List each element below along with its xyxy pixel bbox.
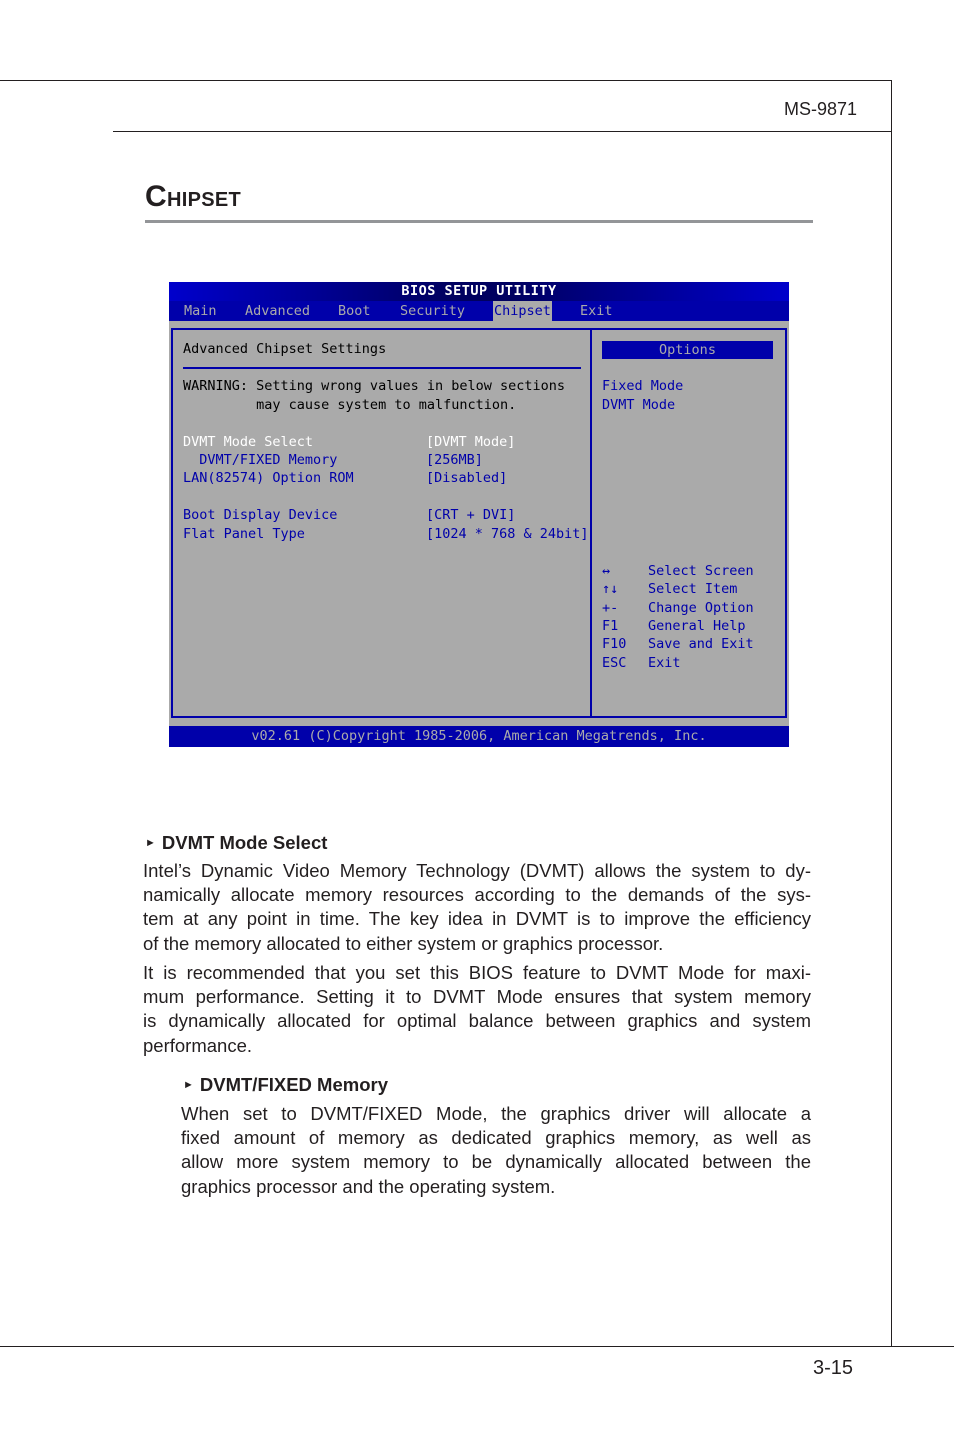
subsection-heading-dvmt-mode-select: ► DVMT Mode Select [145, 832, 327, 854]
paragraph-line: tem at any point in time. The key idea i… [143, 908, 811, 930]
bios-tab-boot[interactable]: Boot [337, 301, 372, 321]
bios-warning-line-2: may cause system to malfunction. [183, 397, 517, 413]
triangle-bullet-icon: ► [145, 837, 156, 849]
bios-help-change-option: Change Option [648, 600, 754, 616]
bios-help-save-and-exit: Save and Exit [648, 636, 754, 652]
bios-setting-lan-option-rom-value[interactable]: [Disabled] [426, 469, 507, 487]
bios-setting-dvmt-fixed-memory-value[interactable]: [256MB] [426, 451, 483, 469]
left-right-arrows-icon: ↔ [602, 563, 611, 579]
bios-help-general-help: General Help [648, 618, 746, 634]
section-title-cap: C [145, 180, 167, 213]
page-top-rule [0, 80, 892, 81]
page-bottom-rule [0, 1346, 954, 1347]
bios-help-select-item: Select Item [648, 581, 738, 597]
bios-tab-main[interactable]: Main [183, 301, 218, 321]
bios-setting-dvmt-mode-select-label[interactable]: DVMT Mode Select [183, 433, 313, 451]
paragraph-line: is dynamically allocated for optimal bal… [143, 1010, 811, 1032]
paragraph-line: fixed amount of memory as dedicated grap… [181, 1127, 811, 1149]
bios-options-header: Options [602, 341, 773, 359]
bios-setting-boot-display-device-label[interactable]: Boot Display Device [183, 506, 337, 524]
bios-panel-divider [183, 367, 581, 369]
paragraph-line: mum performance. Setting it to DVMT Mode… [143, 986, 811, 1008]
bios-setting-dvmt-mode-select-value[interactable]: [DVMT Mode] [426, 433, 515, 451]
section-title-rest: HIPSET [166, 189, 242, 211]
bios-copyright-footer: v02.61 (C)Copyright 1985-2006, American … [169, 726, 789, 747]
bios-tab-advanced[interactable]: Advanced [244, 301, 311, 321]
paragraph-dvmt-fixed-memory: When set to DVMT/FIXED Mode, the graphic… [181, 1102, 811, 1199]
bios-help-key-esc: ESC [602, 655, 627, 671]
bios-help-select-screen: Select Screen [648, 563, 754, 579]
bios-tab-bar: Main Advanced Boot Security Chipset Exit [169, 301, 789, 321]
bios-help-key-f10: F10 [602, 636, 627, 652]
bios-help-key-f1: F1 [602, 618, 619, 634]
bios-help-exit: Exit [648, 655, 681, 671]
section-title-rule [145, 220, 813, 223]
bios-title-bar: BIOS SETUP UTILITY [169, 282, 789, 301]
page-right-rule [891, 80, 892, 1347]
plus-minus-icon: +- [602, 600, 619, 616]
paragraph-line: Intel’s Dynamic Video Memory Technology … [143, 860, 811, 881]
bios-option-dvmt-mode[interactable]: DVMT Mode [602, 396, 675, 414]
paragraph-line: graphics processor and the operating sys… [181, 1175, 556, 1197]
bios-setting-lan-option-rom-label[interactable]: LAN(82574) Option ROM [183, 469, 354, 487]
paragraph-line: performance. [143, 1034, 252, 1056]
bios-help-panel: Options Fixed Mode DVMT Mode ↔ Select Sc… [590, 328, 787, 718]
paragraph-line: It is recommended that you set this BIOS… [143, 962, 811, 983]
header-rule [113, 131, 892, 132]
model-number: MS-9871 [783, 99, 857, 119]
bios-panel-title: Advanced Chipset Settings [183, 341, 387, 357]
subsection-heading-dvmt-fixed-memory: ► DVMT/FIXED Memory [183, 1074, 388, 1096]
up-down-arrows-icon: ↑↓ [602, 581, 619, 597]
bios-setting-dvmt-fixed-memory-label[interactable]: DVMT/FIXED Memory [183, 451, 337, 469]
bios-tab-security[interactable]: Security [399, 301, 466, 321]
page-number: 3-15 [813, 1357, 854, 1379]
paragraph-line: When set to DVMT/FIXED Mode, the graphic… [181, 1103, 811, 1124]
triangle-bullet-icon: ► [183, 1079, 194, 1091]
subsection-heading-text: DVMT Mode Select [161, 832, 328, 853]
bios-option-fixed-mode[interactable]: Fixed Mode [602, 377, 683, 395]
bios-screenshot: BIOS SETUP UTILITY Main Advanced Boot Se… [169, 282, 789, 747]
bios-warning-line-1: WARNING: Setting wrong values in below s… [183, 378, 566, 394]
paragraph-dvmt-intro: Intel’s Dynamic Video Memory Technology … [143, 859, 811, 956]
subsection-heading-text: DVMT/FIXED Memory [199, 1074, 388, 1095]
paragraph-line: namically allocate memory resources acco… [143, 884, 811, 906]
bios-tab-exit[interactable]: Exit [579, 301, 614, 321]
paragraph-line: of the memory allocated to either system… [143, 932, 664, 954]
bios-tab-chipset[interactable]: Chipset [493, 301, 552, 321]
paragraph-dvmt-recommendation: It is recommended that you set this BIOS… [143, 961, 811, 1058]
bios-setting-boot-display-device-value[interactable]: [CRT + DVI] [426, 506, 515, 524]
bios-setting-flat-panel-type-label[interactable]: Flat Panel Type [183, 525, 305, 543]
paragraph-line: allow more system memory to be dynamical… [181, 1151, 811, 1173]
bios-settings-panel: Advanced Chipset Settings WARNING: Setti… [171, 328, 590, 718]
section-title: CHIPSET [145, 180, 241, 214]
bios-setting-flat-panel-type-value[interactable]: [1024 * 768 & 24bit] [426, 525, 589, 543]
